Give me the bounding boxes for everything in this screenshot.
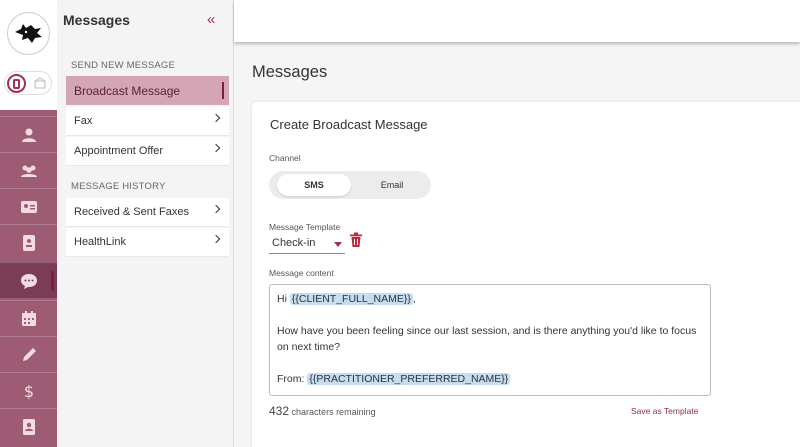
chevron-right-icon	[211, 234, 221, 244]
nav-label: HealthLink	[74, 236, 126, 248]
channel-toggle: SMS Email	[269, 171, 431, 199]
nav-label: Appointment Offer	[74, 145, 164, 157]
rail-group-icon[interactable]	[0, 152, 57, 188]
content-label: Message content	[269, 268, 334, 278]
nav-label: Fax	[74, 115, 93, 127]
nav-broadcast-message[interactable]: Broadcast Message	[66, 76, 229, 105]
double-chevron-left-icon[interactable]: «	[207, 11, 215, 28]
nav-appointment-offer[interactable]: Appointment Offer	[66, 137, 229, 166]
nav-label: Broadcast Message	[74, 83, 181, 98]
page-title: Messages	[252, 63, 328, 81]
template-label: Message Template	[269, 222, 341, 232]
message-line-from: From: {{PRACTITIONER_PREFERRED_NAME}}	[277, 371, 703, 387]
chevron-right-icon	[211, 204, 221, 214]
building-icon	[7, 74, 26, 93]
rail-pen-icon[interactable]	[0, 336, 57, 372]
message-body: How have you been feeling since our last…	[277, 325, 697, 353]
nav-healthlink[interactable]: HealthLink	[66, 228, 229, 257]
send-section-label: SEND NEW MESSAGE	[71, 60, 176, 71]
rail-person-icon[interactable]	[0, 116, 57, 152]
logo-icon	[11, 16, 46, 51]
clinic-icon	[34, 77, 46, 89]
dropdown-caret-icon	[334, 242, 342, 247]
message-content-textarea[interactable]: Hi {{CLIENT_FULL_NAME}}, How have you be…	[269, 284, 711, 396]
top-bar	[234, 0, 800, 42]
comma-text: ,	[412, 293, 416, 305]
chevron-right-icon	[211, 113, 221, 123]
svg-text:$: $	[23, 382, 33, 400]
channel-sms-option[interactable]: SMS	[277, 174, 351, 196]
rail-dollar-icon[interactable]: $	[0, 372, 57, 408]
nav-label: Received & Sent Faxes	[74, 206, 189, 218]
rail-contacts-icon[interactable]	[0, 408, 57, 444]
chars-remaining-text: characters remaining	[291, 407, 376, 417]
client-name-token: {{CLIENT_FULL_NAME}}	[289, 293, 413, 305]
rail-contact-book-icon[interactable]	[0, 224, 57, 260]
template-value: Check-in	[272, 237, 316, 249]
chevron-right-icon	[211, 143, 221, 153]
save-as-template-button[interactable]: Save as Template	[631, 406, 698, 416]
trash-icon[interactable]	[349, 232, 363, 248]
rail-id-card-icon[interactable]	[0, 188, 57, 224]
messages-panel: Messages « SEND NEW MESSAGE Broadcast Me…	[57, 0, 234, 447]
logo[interactable]	[7, 12, 50, 55]
panel-title: Messages	[63, 12, 130, 28]
practitioner-name-token: {{PRACTITIONER_PREFERRED_NAME}}	[307, 373, 511, 385]
channel-email-option[interactable]: Email	[361, 174, 423, 196]
rail-calendar-icon[interactable]	[0, 300, 57, 336]
chars-remaining-count: 432	[269, 404, 290, 418]
from-label: From:	[277, 373, 305, 385]
greeting-text: Hi	[277, 293, 287, 305]
channel-label: Channel	[269, 153, 301, 163]
history-section-label: MESSAGE HISTORY	[71, 181, 166, 192]
rail-header	[0, 0, 57, 110]
chars-remaining: 432 characters remaining	[269, 404, 376, 418]
rail-chat-icon[interactable]	[0, 262, 57, 298]
template-select[interactable]: Check-in	[269, 234, 345, 254]
nav-received-sent-faxes[interactable]: Received & Sent Faxes	[66, 198, 229, 227]
message-line-greeting: Hi {{CLIENT_FULL_NAME}},	[277, 291, 703, 307]
broadcast-card: Create Broadcast Message Channel SMS Ema…	[252, 102, 800, 447]
card-title: Create Broadcast Message	[270, 117, 428, 132]
practice-switcher[interactable]	[4, 71, 52, 95]
nav-fax[interactable]: Fax	[66, 107, 229, 136]
